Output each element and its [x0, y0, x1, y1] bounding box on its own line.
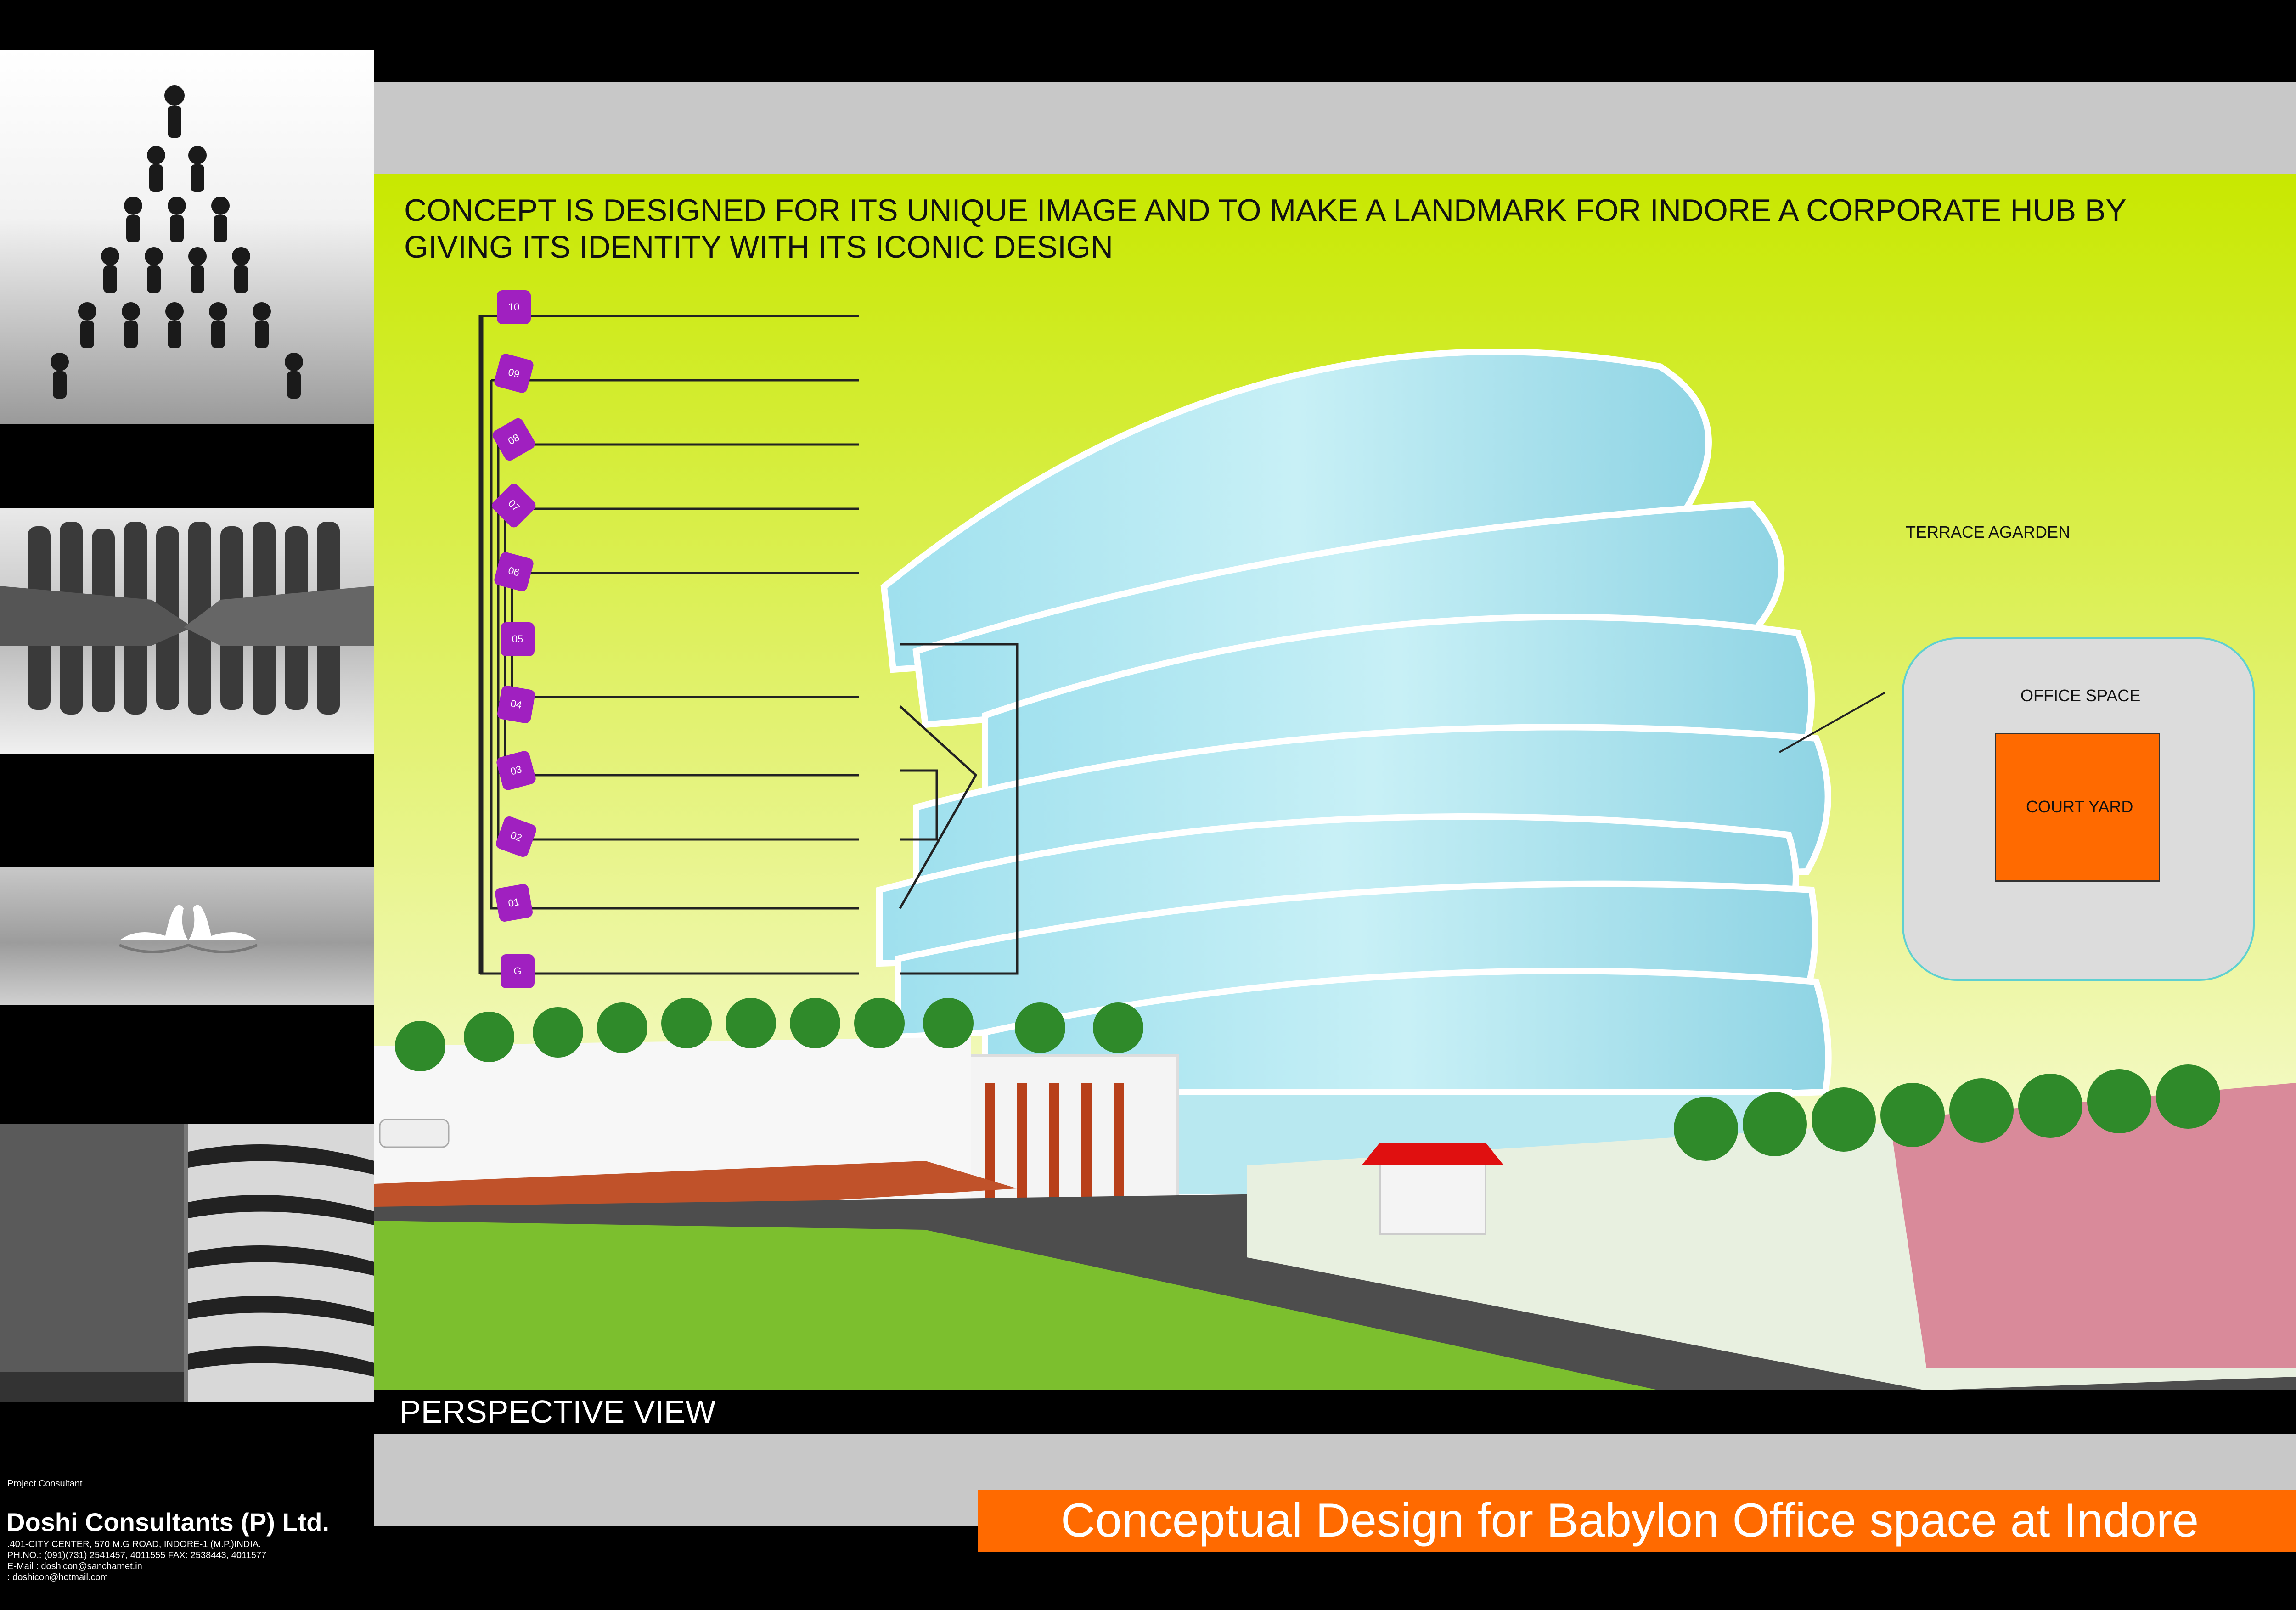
floor-badge-10: 10: [497, 290, 531, 324]
business-team-figures: [0, 522, 374, 715]
consultant-email-line: E-Mail : doshicon@sancharnet.in: [7, 1561, 142, 1571]
concept-description: CONCEPT IS DESIGNED FOR ITS UNIQUE IMAGE…: [404, 193, 2126, 265]
consultant-email-line-2: : doshicon@hotmail.com: [7, 1572, 108, 1582]
terrace-garden-label: TERRACE AGARDEN: [1906, 523, 2071, 541]
consultant-name: Doshi Consultants (P) Ltd.: [6, 1508, 330, 1537]
floor-badge-g: G: [501, 954, 535, 988]
human-pyramid-figures: [51, 85, 303, 399]
facade-photo: [0, 1124, 374, 1402]
drawing-title: Conceptual Design for Babylon Office spa…: [1061, 1494, 2199, 1547]
facade-figures: [0, 1124, 374, 1402]
top-grey-band: [374, 82, 2296, 174]
car: [379, 1119, 450, 1148]
floor-badge-01: 01: [494, 883, 534, 923]
floor-badge-05: 05: [501, 622, 535, 656]
consultant-address-line: .401-CITY CENTER, 570 M.G ROAD, INDORE-1…: [7, 1539, 261, 1549]
office-space-label: OFFICE SPACE: [2020, 686, 2141, 705]
business-team-photo: [0, 508, 374, 754]
swans-photo: [0, 867, 374, 1005]
floor-badge-04: 04: [496, 685, 536, 724]
consultant-label: Project Consultant: [7, 1479, 83, 1489]
court-yard-label: COURT YARD: [2026, 797, 2133, 816]
guard-house: [1379, 1160, 1486, 1235]
human-pyramid-photo: [0, 50, 374, 424]
view-label: PERSPECTIVE VIEW: [400, 1394, 716, 1430]
consultant-phone-line: PH.NO.: (091)(731) 2541457, 4011555 FAX:…: [7, 1550, 267, 1560]
swans-figures: [118, 905, 258, 953]
